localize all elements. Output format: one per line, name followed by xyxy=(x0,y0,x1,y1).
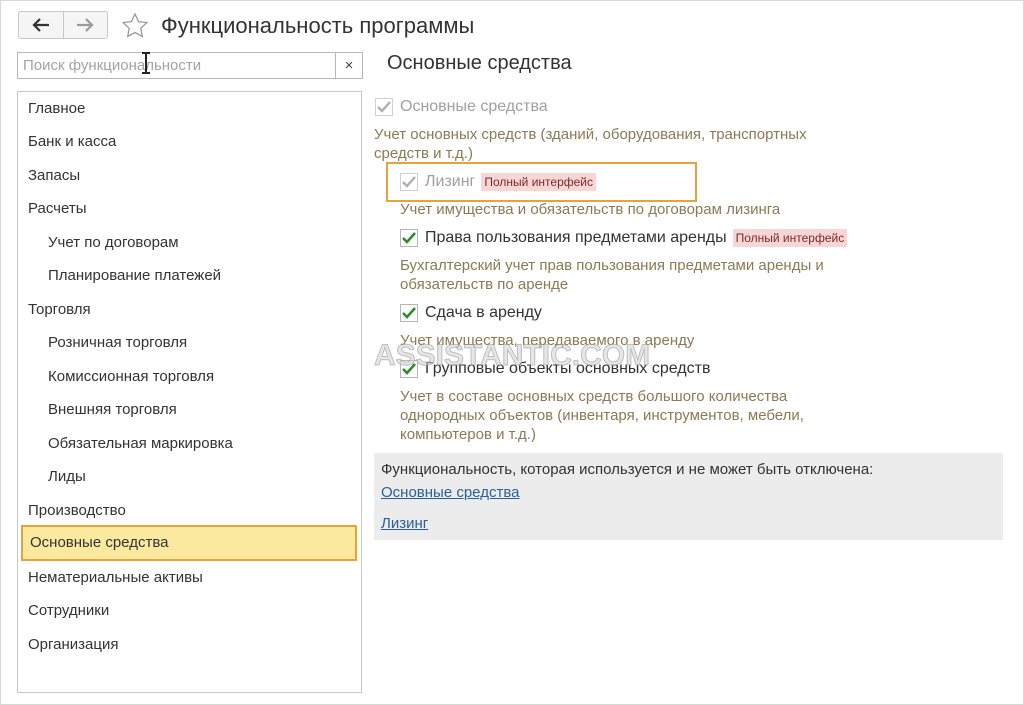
sidebar-item-intangible-assets[interactable]: Нематериальные активы xyxy=(18,563,361,593)
sidebar: Главное Банк и касса Запасы Расчеты Учет… xyxy=(17,91,362,693)
sidebar-item-employees[interactable]: Сотрудники xyxy=(18,596,361,626)
sidebar-item-stock[interactable]: Запасы xyxy=(18,161,361,191)
sidebar-item-label: Нематериальные активы xyxy=(28,569,203,586)
sidebar-item-foreign-trade[interactable]: Внешняя торговля xyxy=(18,395,361,425)
sidebar-item-organization[interactable]: Организация xyxy=(18,630,361,660)
sidebar-item-label: Производство xyxy=(28,502,126,519)
option-fixed-assets: Основные средства xyxy=(375,98,548,116)
sidebar-item-labeling[interactable]: Обязательная маркировка xyxy=(18,429,361,459)
sidebar-item-main[interactable]: Главное xyxy=(18,94,361,124)
sidebar-item-label: Запасы xyxy=(28,167,81,184)
watermark: ASSISTANTIC.COM xyxy=(373,339,651,373)
link-fixed-assets[interactable]: Основные средства xyxy=(381,484,519,501)
sidebar-item-label: Главное xyxy=(28,100,86,117)
forward-button[interactable] xyxy=(62,12,108,38)
option-description: Учет в составе основных средств большого… xyxy=(400,388,804,443)
checkmark-icon xyxy=(402,232,416,244)
option-description: Бухгалтерский учет прав пользования пред… xyxy=(400,257,824,293)
arrow-right-icon xyxy=(77,18,94,32)
option-label: Сдача в аренду xyxy=(425,304,542,321)
checkbox[interactable] xyxy=(375,98,393,116)
app-window: Функциональность программы × Главное Бан… xyxy=(0,0,1024,705)
sidebar-item-payment-planning[interactable]: Планирование платежей xyxy=(18,261,361,291)
search-box: × xyxy=(17,52,363,79)
sidebar-item-label: Сотрудники xyxy=(28,602,110,619)
navigation-buttons xyxy=(18,11,108,39)
text-cursor-icon xyxy=(142,52,150,74)
sidebar-item-fixed-assets[interactable]: Основные средства xyxy=(21,525,357,561)
sidebar-item-leads[interactable]: Лиды xyxy=(18,462,361,492)
option-label: Основные средства xyxy=(400,98,548,115)
sidebar-item-label: Комиссионная торговля xyxy=(48,368,215,385)
always-enabled-panel: Функциональность, которая используется и… xyxy=(374,453,1003,540)
sidebar-item-label: Банк и касса xyxy=(28,133,117,150)
option-description: Учет основных средств (зданий, оборудова… xyxy=(374,126,807,162)
sidebar-item-label: Розничная торговля xyxy=(48,334,188,351)
star-icon xyxy=(121,12,149,38)
checkbox[interactable] xyxy=(400,304,418,322)
link-leasing[interactable]: Лизинг xyxy=(381,515,428,532)
sidebar-item-bank[interactable]: Банк и касса xyxy=(18,127,361,157)
sidebar-item-settlements[interactable]: Расчеты xyxy=(18,194,361,224)
full-interface-badge: Полный интерфейс xyxy=(481,173,597,191)
option-lease-rights: Права пользования предметами аренды Полн… xyxy=(400,229,848,247)
checkmark-icon xyxy=(377,101,391,113)
sidebar-item-label: Основные средства xyxy=(30,534,169,551)
checkbox[interactable] xyxy=(400,173,418,191)
sidebar-item-label: Внешняя торговля xyxy=(48,401,177,418)
option-description: Учет имущества и обязательств по договор… xyxy=(400,201,781,218)
checkmark-icon xyxy=(402,307,416,319)
sidebar-item-commission[interactable]: Комиссионная торговля xyxy=(18,362,361,392)
search-clear-button[interactable]: × xyxy=(335,53,362,78)
sidebar-item-label: Лиды xyxy=(48,468,86,485)
sidebar-item-label: Торговля xyxy=(28,301,91,318)
page-title: Функциональность программы xyxy=(161,13,475,38)
sidebar-item-label: Расчеты xyxy=(28,200,87,217)
option-leasing: Лизинг Полный интерфейс xyxy=(400,173,597,191)
sidebar-item-label: Организация xyxy=(28,636,119,653)
sidebar-item-contracts[interactable]: Учет по договорам xyxy=(18,228,361,258)
option-label: Лизинг xyxy=(425,173,476,190)
checkbox[interactable] xyxy=(400,229,418,247)
sidebar-item-label: Планирование платежей xyxy=(48,267,222,284)
sidebar-item-trade[interactable]: Торговля xyxy=(18,295,361,325)
option-label: Права пользования предметами аренды xyxy=(425,229,727,246)
favorite-button[interactable] xyxy=(120,11,150,41)
info-text: Функциональность, которая используется и… xyxy=(381,461,874,478)
checkmark-icon xyxy=(402,176,416,188)
section-title: Основные средства xyxy=(387,52,572,74)
sidebar-item-retail[interactable]: Розничная торговля xyxy=(18,328,361,358)
arrow-left-icon xyxy=(32,18,49,32)
sidebar-item-label: Учет по договорам xyxy=(48,234,179,251)
search-input[interactable] xyxy=(18,53,335,78)
back-button[interactable] xyxy=(19,12,63,38)
full-interface-badge: Полный интерфейс xyxy=(732,229,848,247)
sidebar-item-production[interactable]: Производство xyxy=(18,496,361,526)
option-renting-out: Сдача в аренду xyxy=(400,304,542,322)
sidebar-item-label: Обязательная маркировка xyxy=(48,435,233,452)
